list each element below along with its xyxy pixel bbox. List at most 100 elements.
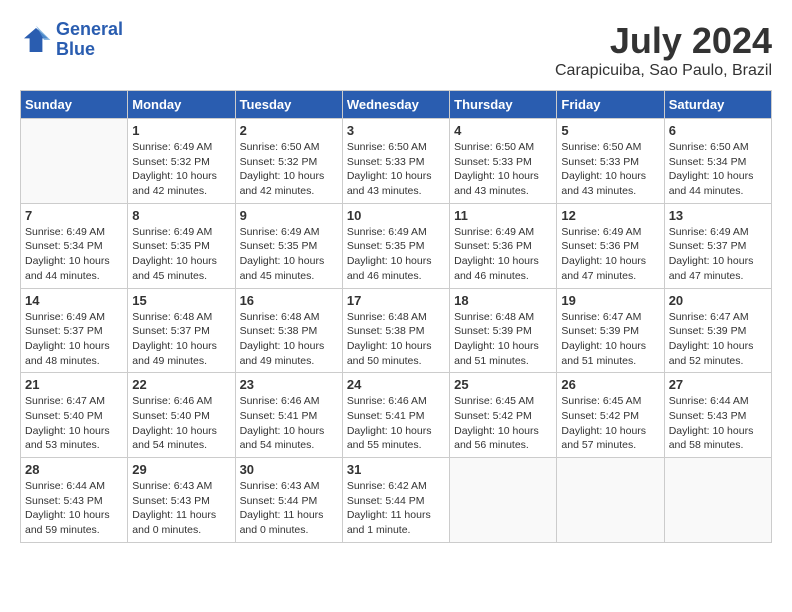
day-of-week-header: Thursday: [450, 91, 557, 119]
calendar-cell: 23 Sunrise: 6:46 AMSunset: 5:41 PMDayligh…: [235, 373, 342, 458]
location: Carapicuiba, Sao Paulo, Brazil: [555, 62, 772, 80]
page-header: General Blue July 2024 Carapicuiba, Sao …: [20, 20, 772, 80]
day-number: 25: [454, 377, 552, 392]
calendar-table: SundayMondayTuesdayWednesdayThursdayFrid…: [20, 90, 772, 543]
calendar-cell: 21Sunrise: 6:47 AMSunset: 5:40 PMDayligh…: [21, 373, 128, 458]
calendar-cell: 19 Sunrise: 6:47 AMSunset: 5:39 PMDayligh…: [557, 288, 664, 373]
day-info: Sunrise: 6:45 AMSunset: 5:42 PMDaylight:…: [561, 394, 659, 453]
day-info: Sunrise: 6:50 AMSunset: 5:33 PMDaylight:…: [347, 140, 445, 199]
day-info: Sunrise: 6:46 AMSunset: 5:41 PMDaylight:…: [240, 394, 338, 453]
calendar-cell: 5 Sunrise: 6:50 AMSunset: 5:33 PMDaylight…: [557, 119, 664, 204]
day-number: 23: [240, 377, 338, 392]
day-info: Sunrise: 6:48 AMSunset: 5:39 PMDaylight:…: [454, 310, 552, 369]
day-number: 20: [669, 293, 767, 308]
day-of-week-header: Friday: [557, 91, 664, 119]
day-info: Sunrise: 6:48 AMSunset: 5:38 PMDaylight:…: [240, 310, 338, 369]
calendar-week-row: 14Sunrise: 6:49 AMSunset: 5:37 PMDayligh…: [21, 288, 772, 373]
logo: General Blue: [20, 20, 123, 60]
day-of-week-header: Monday: [128, 91, 235, 119]
day-number: 6: [669, 123, 767, 138]
day-number: 30: [240, 462, 338, 477]
calendar-cell: 26 Sunrise: 6:45 AMSunset: 5:42 PMDayligh…: [557, 373, 664, 458]
logo-line2: Blue: [56, 39, 95, 59]
day-number: 3: [347, 123, 445, 138]
day-info: Sunrise: 6:49 AMSunset: 5:34 PMDaylight:…: [25, 225, 123, 284]
calendar-cell: 30 Sunrise: 6:43 AMSunset: 5:44 PMDayligh…: [235, 458, 342, 543]
day-number: 8: [132, 208, 230, 223]
calendar-cell: 20 Sunrise: 6:47 AMSunset: 5:39 PMDayligh…: [664, 288, 771, 373]
month-year: July 2024: [555, 20, 772, 62]
day-number: 28: [25, 462, 123, 477]
day-number: 27: [669, 377, 767, 392]
day-info: Sunrise: 6:49 AMSunset: 5:37 PMDaylight:…: [669, 225, 767, 284]
day-info: Sunrise: 6:43 AMSunset: 5:44 PMDaylight:…: [240, 479, 338, 538]
day-number: 26: [561, 377, 659, 392]
day-info: Sunrise: 6:43 AMSunset: 5:43 PMDaylight:…: [132, 479, 230, 538]
day-number: 29: [132, 462, 230, 477]
day-number: 24: [347, 377, 445, 392]
day-info: Sunrise: 6:49 AMSunset: 5:36 PMDaylight:…: [454, 225, 552, 284]
calendar-cell: [21, 119, 128, 204]
logo-line1: General: [56, 19, 123, 39]
calendar-week-row: 28 Sunrise: 6:44 AMSunset: 5:43 PMDayligh…: [21, 458, 772, 543]
calendar-cell: 9Sunrise: 6:49 AMSunset: 5:35 PMDaylight…: [235, 203, 342, 288]
calendar-cell: 8 Sunrise: 6:49 AMSunset: 5:35 PMDaylight…: [128, 203, 235, 288]
calendar-cell: 27Sunrise: 6:44 AMSunset: 5:43 PMDayligh…: [664, 373, 771, 458]
day-info: Sunrise: 6:50 AMSunset: 5:33 PMDaylight:…: [561, 140, 659, 199]
day-number: 31: [347, 462, 445, 477]
day-number: 15: [132, 293, 230, 308]
logo-icon: [20, 24, 52, 56]
day-number: 14: [25, 293, 123, 308]
day-number: 11: [454, 208, 552, 223]
day-of-week-header: Wednesday: [342, 91, 449, 119]
day-number: 4: [454, 123, 552, 138]
day-info: Sunrise: 6:45 AMSunset: 5:42 PMDaylight:…: [454, 394, 552, 453]
day-info: Sunrise: 6:47 AMSunset: 5:39 PMDaylight:…: [669, 310, 767, 369]
title-block: July 2024 Carapicuiba, Sao Paulo, Brazil: [555, 20, 772, 80]
calendar-cell: 11 Sunrise: 6:49 AMSunset: 5:36 PMDayligh…: [450, 203, 557, 288]
day-number: 12: [561, 208, 659, 223]
day-info: Sunrise: 6:47 AMSunset: 5:39 PMDaylight:…: [561, 310, 659, 369]
day-number: 22: [132, 377, 230, 392]
day-of-week-header: Tuesday: [235, 91, 342, 119]
calendar-cell: 4Sunrise: 6:50 AMSunset: 5:33 PMDaylight…: [450, 119, 557, 204]
calendar-cell: 2Sunrise: 6:50 AMSunset: 5:32 PMDaylight…: [235, 119, 342, 204]
calendar-cell: 16 Sunrise: 6:48 AMSunset: 5:38 PMDayligh…: [235, 288, 342, 373]
calendar-cell: 31 Sunrise: 6:42 AMSunset: 5:44 PMDayligh…: [342, 458, 449, 543]
calendar-cell: [664, 458, 771, 543]
calendar-cell: 22 Sunrise: 6:46 AMSunset: 5:40 PMDayligh…: [128, 373, 235, 458]
calendar-cell: 3 Sunrise: 6:50 AMSunset: 5:33 PMDaylight…: [342, 119, 449, 204]
day-of-week-header: Saturday: [664, 91, 771, 119]
day-info: Sunrise: 6:49 AMSunset: 5:35 PMDaylight:…: [240, 225, 338, 284]
calendar-cell: 10Sunrise: 6:49 AMSunset: 5:35 PMDayligh…: [342, 203, 449, 288]
day-of-week-header: Sunday: [21, 91, 128, 119]
day-info: Sunrise: 6:42 AMSunset: 5:44 PMDaylight:…: [347, 479, 445, 538]
calendar-cell: 1Sunrise: 6:49 AMSunset: 5:32 PMDaylight…: [128, 119, 235, 204]
calendar-cell: 6Sunrise: 6:50 AMSunset: 5:34 PMDaylight…: [664, 119, 771, 204]
day-number: 16: [240, 293, 338, 308]
day-info: Sunrise: 6:49 AMSunset: 5:35 PMDaylight:…: [347, 225, 445, 284]
day-info: Sunrise: 6:49 AMSunset: 5:35 PMDaylight:…: [132, 225, 230, 284]
calendar-cell: 28 Sunrise: 6:44 AMSunset: 5:43 PMDayligh…: [21, 458, 128, 543]
calendar-cell: [450, 458, 557, 543]
calendar-cell: 14Sunrise: 6:49 AMSunset: 5:37 PMDayligh…: [21, 288, 128, 373]
calendar-cell: 29 Sunrise: 6:43 AMSunset: 5:43 PMDayligh…: [128, 458, 235, 543]
calendar-cell: 25 Sunrise: 6:45 AMSunset: 5:42 PMDayligh…: [450, 373, 557, 458]
day-info: Sunrise: 6:50 AMSunset: 5:32 PMDaylight:…: [240, 140, 338, 199]
calendar-week-row: 21Sunrise: 6:47 AMSunset: 5:40 PMDayligh…: [21, 373, 772, 458]
day-info: Sunrise: 6:44 AMSunset: 5:43 PMDaylight:…: [25, 479, 123, 538]
day-info: Sunrise: 6:49 AMSunset: 5:36 PMDaylight:…: [561, 225, 659, 284]
day-info: Sunrise: 6:47 AMSunset: 5:40 PMDaylight:…: [25, 394, 123, 453]
day-number: 19: [561, 293, 659, 308]
calendar-week-row: 1Sunrise: 6:49 AMSunset: 5:32 PMDaylight…: [21, 119, 772, 204]
day-info: Sunrise: 6:46 AMSunset: 5:40 PMDaylight:…: [132, 394, 230, 453]
calendar-cell: 12 Sunrise: 6:49 AMSunset: 5:36 PMDayligh…: [557, 203, 664, 288]
day-number: 13: [669, 208, 767, 223]
calendar-cell: 17Sunrise: 6:48 AMSunset: 5:38 PMDayligh…: [342, 288, 449, 373]
day-number: 5: [561, 123, 659, 138]
calendar-cell: 24Sunrise: 6:46 AMSunset: 5:41 PMDayligh…: [342, 373, 449, 458]
calendar-cell: 15Sunrise: 6:48 AMSunset: 5:37 PMDayligh…: [128, 288, 235, 373]
logo-text: General Blue: [56, 20, 123, 60]
calendar-week-row: 7Sunrise: 6:49 AMSunset: 5:34 PMDaylight…: [21, 203, 772, 288]
calendar-cell: 7Sunrise: 6:49 AMSunset: 5:34 PMDaylight…: [21, 203, 128, 288]
